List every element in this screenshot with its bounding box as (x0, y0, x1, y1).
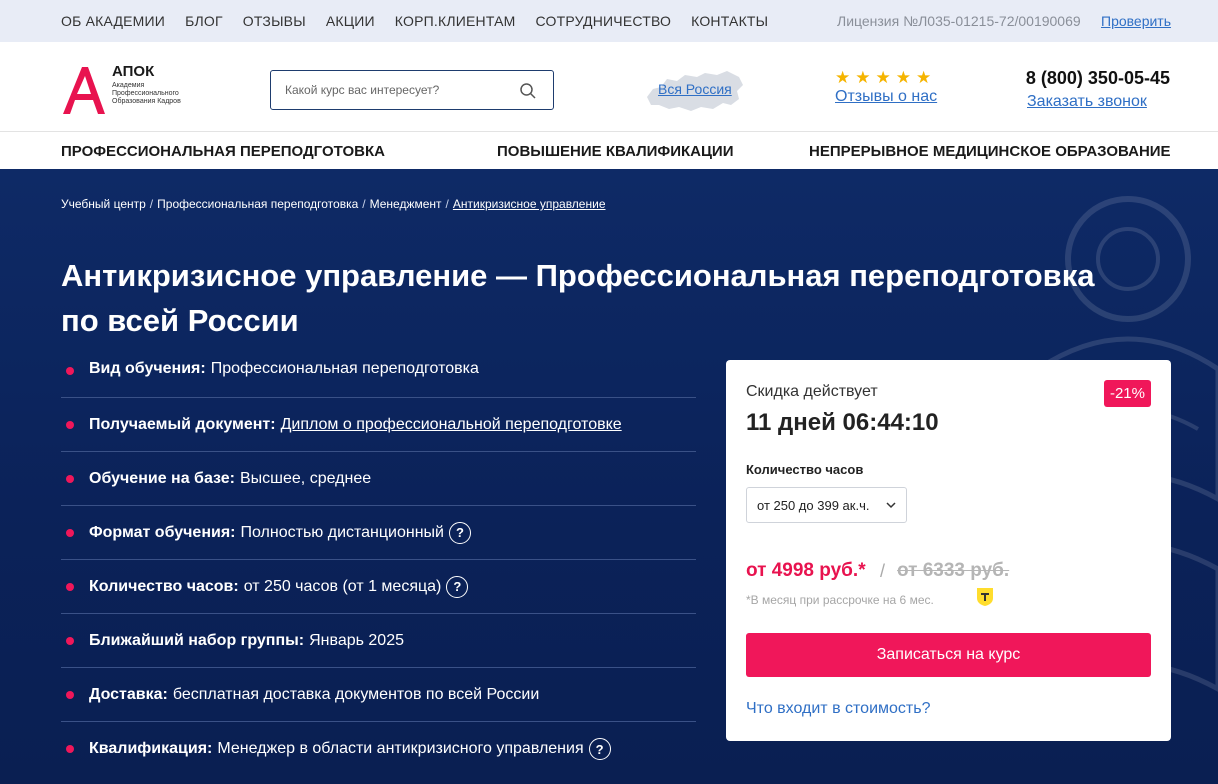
top-bar: ОБ АКАДЕМИИ БЛОГ ОТЗЫВЫ АКЦИИ КОРП.КЛИЕН… (0, 0, 1218, 42)
discount-timer: 11 дней 06:44:10 (746, 409, 939, 436)
page-title-line-2: по всей России (61, 303, 299, 338)
fact-hours: Количество часов: от 250 часов (от 1 мес… (61, 560, 696, 614)
what-included-link[interactable]: Что входит в стоимость? (746, 700, 930, 718)
breadcrumb-item[interactable]: Профессиональная переподготовка (157, 197, 358, 211)
chevron-down-icon (886, 502, 896, 509)
star-icon: ★ (895, 68, 911, 87)
top-nav-contacts[interactable]: КОНТАКТЫ (691, 13, 768, 29)
category-nav: ПРОФЕССИОНАЛЬНАЯ ПЕРЕПОДГОТОВКА ПОВЫШЕНИ… (0, 132, 1218, 169)
search-icon[interactable] (519, 82, 537, 100)
old-price: от 6333 руб. (897, 560, 1010, 581)
installment-note: *В месяц при рассрочке на 6 мес. (746, 593, 934, 607)
diploma-link[interactable]: Диплом о профессиональной переподготовке (281, 416, 622, 434)
fact-document: Получаемый документ: Диплом о профессион… (61, 398, 696, 452)
price-card: Скидка действует 11 дней 06:44:10 -21% К… (726, 360, 1171, 741)
logo-name[interactable]: АПОК (112, 63, 154, 80)
bullet-icon (66, 582, 74, 591)
fact-value: Высшее, среднее (240, 469, 372, 487)
breadcrumb-item[interactable]: Менеджмент (370, 197, 442, 211)
fact-education-base: Обучение на базе: Высшее, среднее (61, 452, 696, 506)
top-nav-promotions[interactable]: АКЦИИ (326, 13, 375, 29)
bullet-icon (66, 745, 74, 753)
top-nav-about[interactable]: ОБ АКАДЕМИИ (61, 13, 165, 29)
search-box (270, 70, 554, 110)
hours-select-value: от 250 до 399 ак.ч. (757, 498, 870, 513)
license-text: Лицензия №Л035-01215-72/00190069 (837, 13, 1081, 29)
fact-label: Получаемый документ: (89, 415, 276, 433)
site-header: АПОК Академия Профессионального Образова… (0, 42, 1218, 132)
fact-value: от 250 часов (от 1 месяца) (243, 577, 442, 595)
fact-label: Количество часов: (89, 577, 239, 595)
top-nav: ОБ АКАДЕМИИ БЛОГ ОТЗЫВЫ АКЦИИ КОРП.КЛИЕН… (61, 0, 768, 42)
course-facts-list: Вид обучения: Профессиональная переподго… (61, 345, 696, 776)
logo-a-icon[interactable] (61, 64, 107, 116)
fact-label: Ближайший набор группы: (89, 631, 305, 649)
bullet-icon (66, 690, 74, 699)
rating-stars: ★ ★ ★ ★ ★ (835, 69, 931, 86)
fact-label: Формат обучения: (89, 523, 236, 541)
hours-label: Количество часов (746, 462, 864, 477)
logo-subtitle: Академия Профессионального Образования К… (112, 82, 181, 105)
bullet-icon (66, 420, 74, 429)
fact-label: Вид обучения: (89, 360, 206, 377)
bullet-icon (66, 367, 74, 375)
enroll-button[interactable]: Записаться на курс (746, 633, 1151, 677)
fact-value: Январь 2025 (309, 631, 404, 649)
fact-delivery: Доставка: бесплатная доставка документов… (61, 668, 696, 722)
question-circle-icon[interactable]: ? (449, 521, 471, 544)
price-separator: / (880, 561, 886, 581)
course-hero: Учебный центр / Профессиональная переподго… (0, 169, 1218, 784)
fact-value: Менеджер в области антикризисного управл… (217, 740, 584, 757)
page-title: Антикризисное управление — Профессиональ… (61, 253, 1161, 343)
hours-select[interactable]: от 250 до 399 ак.ч. (746, 487, 907, 523)
fact-value: бесплатная доставка документов по всей Р… (172, 685, 540, 703)
fact-label: Квалификация: (89, 740, 213, 757)
top-nav-corporate[interactable]: КОРП.КЛИЕНТАМ (395, 13, 516, 29)
fact-next-group: Ближайший набор группы: Январь 2025 (61, 614, 696, 668)
fact-label: Обучение на базе: (89, 469, 235, 487)
category-medical-education[interactable]: НЕПРЕРЫВНОЕ МЕДИЦИНСКОЕ ОБРАЗОВАНИЕ (809, 143, 1171, 160)
tinkoff-logo-icon (977, 588, 993, 606)
star-icon: ★ (916, 68, 932, 87)
discount-badge: -21% (1103, 380, 1151, 407)
phone-number[interactable]: 8 (800) 350-05-45 (1026, 68, 1170, 89)
fact-format: Формат обучения: Полностью дистанционный… (61, 506, 696, 560)
bullet-icon (66, 474, 74, 483)
bullet-icon (66, 636, 74, 645)
search-input[interactable] (285, 80, 505, 100)
top-nav-blog[interactable]: БЛОГ (185, 13, 223, 29)
current-price: от 4998 руб.* (746, 560, 866, 581)
region-link[interactable]: Вся Россия (658, 81, 732, 97)
star-icon: ★ (855, 68, 871, 87)
bullet-icon (66, 528, 74, 537)
question-circle-icon[interactable]: ? (446, 575, 469, 598)
category-qualification[interactable]: ПОВЫШЕНИЕ КВАЛИФИКАЦИИ (497, 143, 733, 160)
breadcrumb-item[interactable]: Учебный центр (61, 197, 146, 211)
question-circle-icon[interactable]: ? (588, 738, 611, 760)
star-icon: ★ (875, 68, 891, 87)
fact-value: Профессиональная переподготовка (210, 360, 479, 377)
fact-qualification: Квалификация: Менеджер в области антикри… (61, 722, 696, 776)
callback-link[interactable]: Заказать звонок (1027, 93, 1147, 111)
fact-value: Полностью дистанционный (240, 523, 445, 541)
page-title-line-1: Антикризисное управление — Профессиональ… (61, 258, 1095, 293)
star-icon: ★ (835, 68, 851, 87)
breadcrumb-current[interactable]: Антикризисное управление (453, 197, 606, 211)
category-retraining[interactable]: ПРОФЕССИОНАЛЬНАЯ ПЕРЕПОДГОТОВКА (61, 143, 385, 160)
fact-training-type: Вид обучения: Профессиональная переподго… (61, 345, 696, 398)
reviews-link[interactable]: Отзывы о нас (835, 88, 937, 106)
top-nav-reviews[interactable]: ОТЗЫВЫ (243, 13, 306, 29)
breadcrumb: Учебный центр / Профессиональная переподго… (61, 197, 606, 211)
verify-license-link[interactable]: Проверить (1101, 13, 1171, 29)
discount-label: Скидка действует (746, 383, 878, 400)
top-nav-cooperation[interactable]: СОТРУДНИЧЕСТВО (536, 13, 672, 29)
fact-label: Доставка: (89, 685, 168, 703)
